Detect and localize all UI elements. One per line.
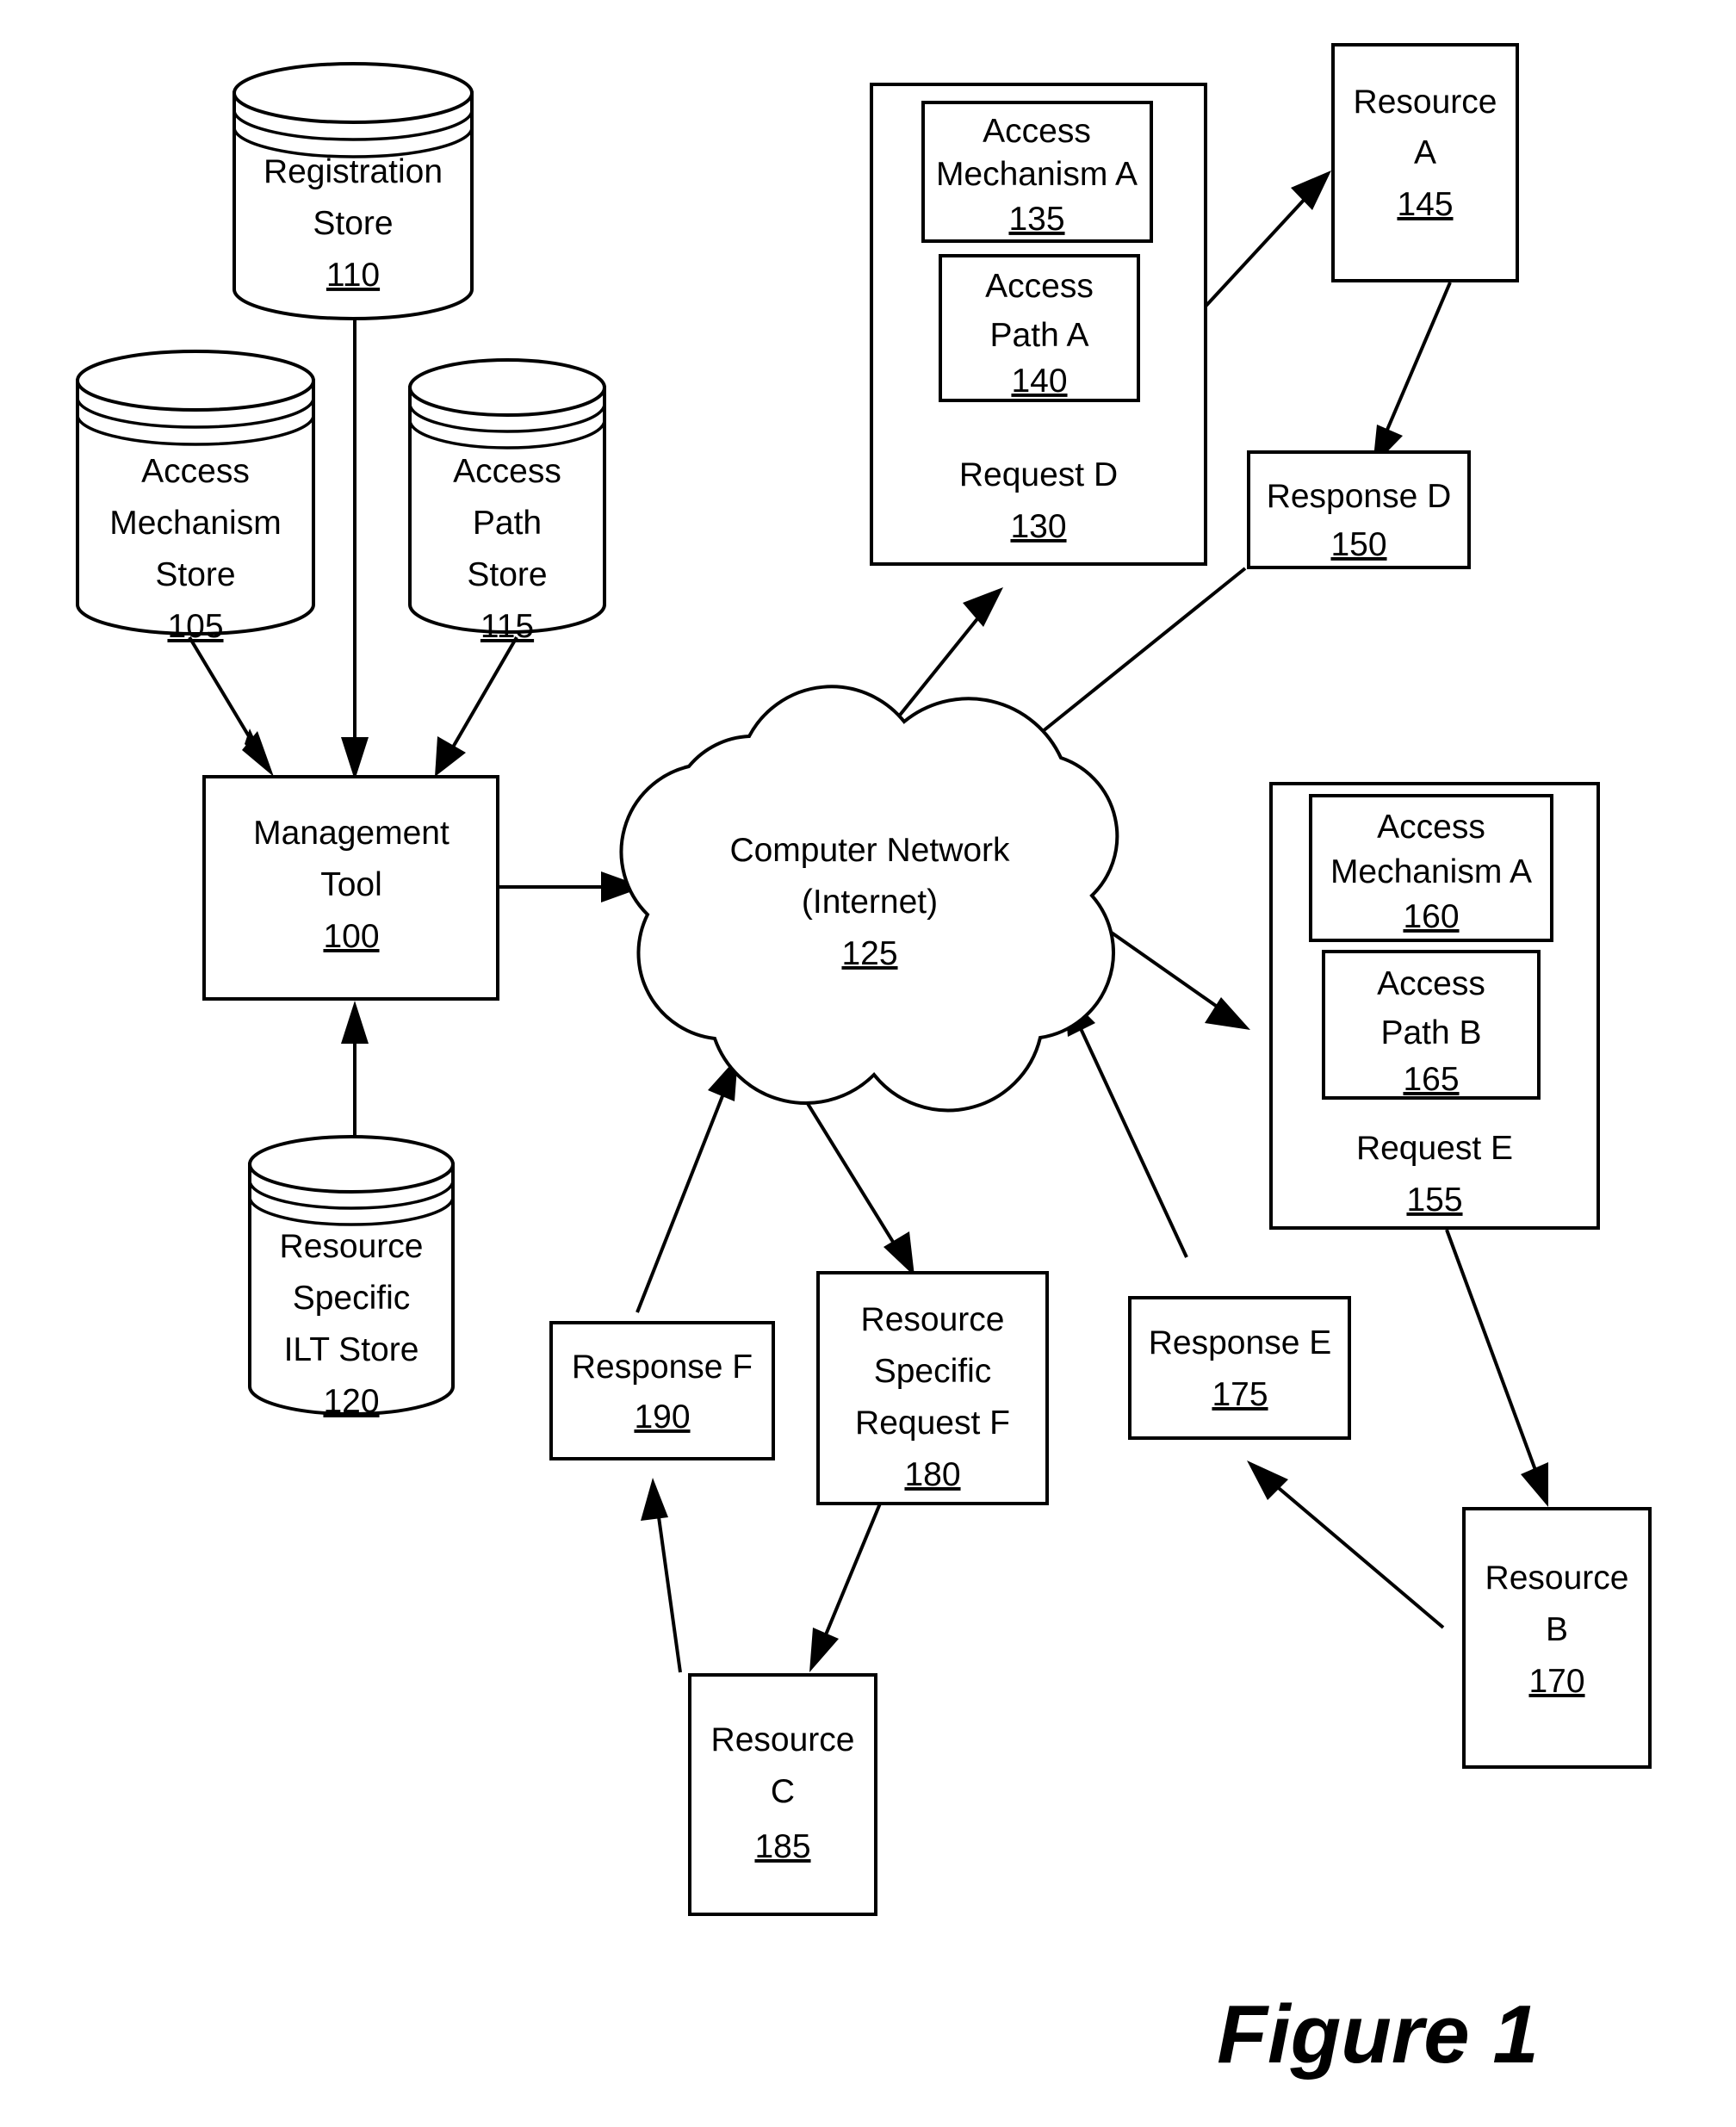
resource-c[interactable]: Resource C 185 bbox=[688, 1673, 877, 1916]
response-d-label: Response D bbox=[1267, 478, 1452, 515]
access-path-a-140-line-2: Path A bbox=[990, 317, 1089, 354]
response-d-ref: 150 bbox=[1330, 526, 1386, 563]
resource-a[interactable]: Resource A 145 bbox=[1331, 43, 1519, 282]
patent-figure-1: Registration Store 110 Access Mechanism … bbox=[0, 0, 1736, 2127]
access-path-b-165-ref: 165 bbox=[1403, 1061, 1459, 1098]
access-path-b-165-line-2: Path B bbox=[1380, 1014, 1481, 1051]
request-d-label: Request D bbox=[959, 456, 1118, 493]
management-tool-line-2: Tool bbox=[320, 866, 382, 903]
edge-resource-a-to-response-d bbox=[1373, 282, 1452, 467]
resource-specific-request-f[interactable]: Resource Specific Request F 180 bbox=[816, 1271, 1049, 1505]
diagram-canvas: Registration Store 110 Access Mechanism … bbox=[76, 43, 1652, 2080]
response-e-label: Response E bbox=[1149, 1324, 1331, 1361]
response-f[interactable]: Response F 190 bbox=[549, 1321, 775, 1460]
edge-resource-b-to-response-e bbox=[1247, 1460, 1445, 1629]
access-mechanism-a-135[interactable]: Access Mechanism A 135 bbox=[921, 101, 1153, 243]
access-mechanism-store[interactable]: Access Mechanism Store 105 bbox=[76, 350, 315, 645]
edge-ilt-store-to-management-tool bbox=[341, 1001, 369, 1154]
edge-request-f-to-resource-c bbox=[809, 1503, 882, 1672]
management-tool[interactable]: Management Tool 100 bbox=[202, 775, 499, 1001]
resource-a-ref: 145 bbox=[1397, 186, 1453, 223]
registration-store[interactable]: Registration Store 110 bbox=[232, 62, 474, 320]
response-e[interactable]: Response E 175 bbox=[1128, 1296, 1351, 1440]
access-mechanism-store-ref: 105 bbox=[167, 608, 223, 645]
request-e-label: Request E bbox=[1356, 1130, 1513, 1167]
access-path-store-line-3: Store bbox=[467, 556, 547, 593]
ilt-store-ref: 120 bbox=[323, 1383, 379, 1420]
access-mechanism-store-line-2: Mechanism bbox=[109, 505, 281, 542]
access-path-b-165[interactable]: Access Path B 165 bbox=[1322, 950, 1541, 1100]
response-f-ref: 190 bbox=[634, 1398, 690, 1436]
registration-store-line-1: Registration bbox=[264, 153, 443, 190]
computer-network-line-2: (Internet) bbox=[802, 884, 938, 921]
access-mechanism-a-160-line-1: Access bbox=[1377, 809, 1485, 846]
access-mechanism-a-160-ref: 160 bbox=[1403, 898, 1459, 935]
access-mechanism-store-line-3: Store bbox=[155, 556, 235, 593]
request-d[interactable]: Request D 130 Access Mechanism A 135 Acc… bbox=[870, 83, 1207, 566]
resource-b-ref: 170 bbox=[1528, 1663, 1584, 1700]
ilt-store-line-2: Specific bbox=[293, 1280, 411, 1317]
request-f-ref: 180 bbox=[904, 1456, 960, 1493]
response-f-label: Response F bbox=[572, 1349, 753, 1386]
access-path-a-140[interactable]: Access Path A 140 bbox=[939, 254, 1140, 402]
registration-store-line-2: Store bbox=[313, 205, 393, 242]
access-path-store-line-2: Path bbox=[473, 505, 542, 542]
access-mechanism-a-160[interactable]: Access Mechanism A 160 bbox=[1309, 794, 1553, 942]
access-path-store-line-1: Access bbox=[453, 453, 561, 490]
access-mechanism-a-135-ref: 135 bbox=[1008, 201, 1064, 238]
computer-network-line-1: Computer Network bbox=[729, 832, 1010, 869]
resource-a-line-2: A bbox=[1414, 134, 1436, 171]
management-tool-ref: 100 bbox=[323, 918, 379, 955]
resource-b[interactable]: Resource B 170 bbox=[1462, 1507, 1652, 1769]
request-f-line-1: Resource bbox=[861, 1301, 1005, 1338]
response-e-ref: 175 bbox=[1212, 1376, 1268, 1413]
access-path-store[interactable]: Access Path Store 115 bbox=[408, 358, 606, 645]
request-e-ref: 155 bbox=[1406, 1181, 1462, 1219]
access-mechanism-a-135-line-1: Access bbox=[983, 113, 1091, 150]
resource-specific-ilt-store[interactable]: Resource Specific ILT Store 120 bbox=[248, 1135, 455, 1420]
edge-request-d-to-resource-a bbox=[1200, 171, 1331, 312]
access-mechanism-store-line-1: Access bbox=[141, 453, 250, 490]
computer-network-cloud[interactable]: Computer Network (Internet) 125 bbox=[619, 685, 1119, 1113]
request-f-line-3: Request F bbox=[855, 1405, 1010, 1442]
edge-access-mechanism-store-to-management-tool bbox=[188, 636, 274, 777]
resource-c-line-1: Resource bbox=[711, 1721, 855, 1758]
request-f-line-2: Specific bbox=[874, 1353, 992, 1390]
resource-a-line-1: Resource bbox=[1354, 84, 1497, 121]
management-tool-line-1: Management bbox=[253, 815, 450, 852]
resource-c-line-2: C bbox=[771, 1773, 795, 1810]
request-d-ref: 130 bbox=[1010, 508, 1066, 545]
ilt-store-line-1: Resource bbox=[280, 1228, 424, 1265]
edge-response-e-to-network bbox=[1064, 992, 1188, 1258]
access-mechanism-a-135-line-2: Mechanism A bbox=[936, 156, 1138, 193]
edge-management-tool-to-network bbox=[498, 871, 644, 902]
computer-network-ref: 125 bbox=[841, 935, 897, 972]
registration-store-ref: 110 bbox=[326, 257, 380, 294]
edge-response-f-to-network bbox=[636, 1057, 738, 1313]
resource-b-line-2: B bbox=[1546, 1611, 1568, 1648]
access-path-store-ref: 115 bbox=[480, 608, 534, 645]
access-path-a-140-line-1: Access bbox=[985, 268, 1094, 305]
access-path-a-140-ref: 140 bbox=[1011, 363, 1067, 400]
resource-c-ref: 185 bbox=[754, 1828, 810, 1865]
access-path-b-165-line-1: Access bbox=[1377, 965, 1485, 1002]
edge-access-path-store-to-management-tool bbox=[435, 636, 518, 777]
response-d[interactable]: Response D 150 bbox=[1247, 450, 1471, 569]
edge-request-e-to-resource-b bbox=[1445, 1229, 1548, 1507]
request-e[interactable]: Request E 155 Access Mechanism A 160 Acc… bbox=[1269, 782, 1600, 1230]
edge-resource-c-to-response-f bbox=[641, 1478, 682, 1673]
ilt-store-line-3: ILT Store bbox=[284, 1331, 419, 1368]
access-mechanism-a-160-line-2: Mechanism A bbox=[1330, 853, 1532, 890]
resource-b-line-1: Resource bbox=[1485, 1560, 1629, 1597]
figure-caption: Figure 1 bbox=[1217, 1988, 1538, 2080]
